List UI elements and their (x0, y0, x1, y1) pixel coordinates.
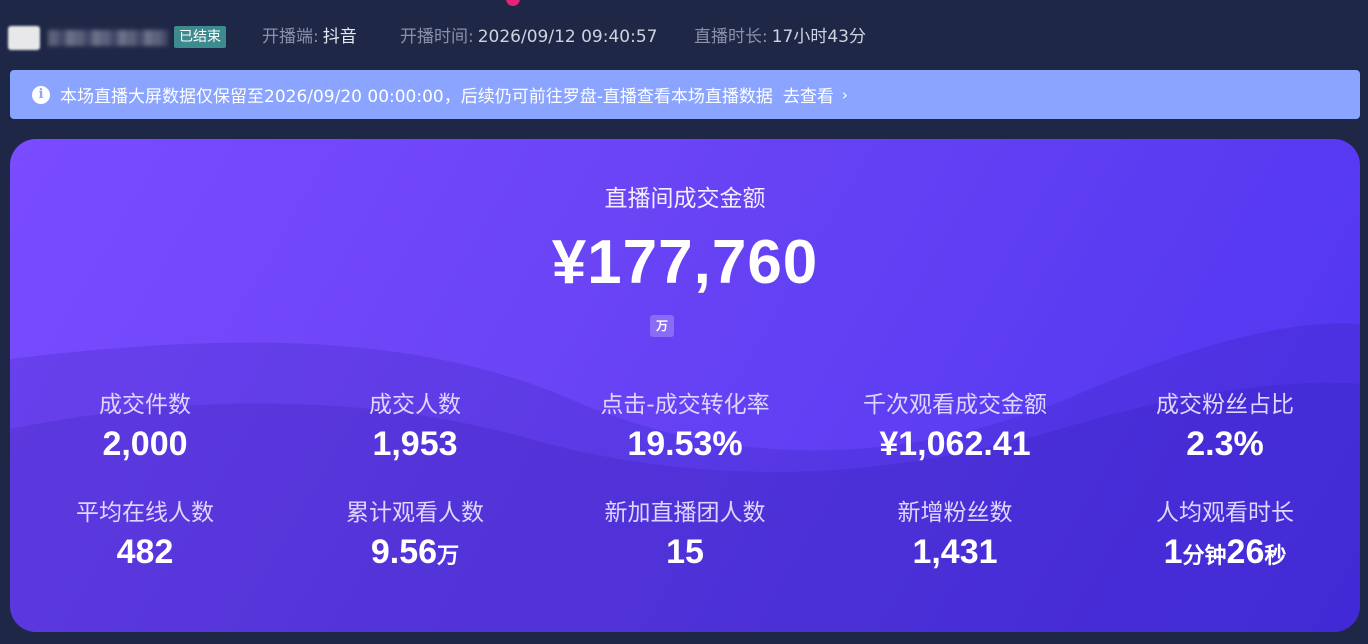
unit-toggle-button[interactable]: 万 (650, 315, 674, 337)
metric-label: 新增粉丝数 (897, 500, 1013, 526)
platform-info: 开播端: 抖音 (262, 26, 357, 48)
metric-label: 成交粉丝占比 (1156, 392, 1294, 418)
metric-value: 9.56万 (370, 533, 460, 571)
metric-label: 千次观看成交金额 (863, 392, 1047, 418)
metric-value: 1,953 (372, 425, 458, 463)
metric-value: 19.53% (627, 425, 743, 463)
metric-gpm: 千次观看成交金额 ¥1,062.41 (820, 389, 1090, 467)
live-indicator-dot (506, 0, 520, 6)
duration-label: 直播时长: (694, 27, 768, 47)
metric-label: 点击-成交转化率 (600, 392, 770, 418)
info-icon: i (32, 85, 50, 104)
panel-title: 直播间成交金额 (604, 186, 766, 212)
metric-label: 累计观看人数 (346, 500, 484, 526)
platform-label: 开播端: (262, 27, 319, 47)
metric-value: 15 (666, 533, 704, 571)
metric-label: 成交人数 (369, 392, 461, 418)
metric-label: 新加直播团人数 (604, 500, 766, 526)
metric-value: 2.3% (1186, 425, 1264, 463)
metric-value: 482 (116, 533, 174, 571)
total-sales-amount: ¥177,760 (551, 228, 819, 297)
metric-value: 2,000 (102, 425, 188, 463)
start-time-info: 开播时间: 2026/09/12 09:40:57 (400, 26, 657, 48)
status-badge: 已结束 (174, 26, 226, 48)
account-name-blurred (48, 30, 168, 46)
avatar[interactable] (8, 26, 40, 50)
metrics-grid: 成交件数 2,000 成交人数 1,953 点击-成交转化率 19.53% 千次… (10, 389, 1360, 579)
duration-value: 17小时43分 (771, 27, 866, 47)
metric-label: 平均在线人数 (76, 500, 214, 526)
start-time-value: 2026/09/12 09:40:57 (477, 27, 658, 47)
metric-total-viewers: 累计观看人数 9.56万 (280, 497, 550, 579)
metric-label: 人均观看时长 (1156, 500, 1294, 526)
platform-value: 抖音 (322, 27, 357, 47)
metric-new-fan-club: 新加直播团人数 15 (550, 497, 820, 579)
start-time-label: 开播时间: (400, 27, 474, 47)
live-header: 已结束 开播端: 抖音 开播时间: 2026/09/12 09:40:57 直播时长… (0, 0, 1368, 70)
data-retention-notice: i 本场直播大屏数据仅保留至2026/09/20 00:00:00，后续仍可前往… (10, 70, 1360, 119)
metric-fan-ratio: 成交粉丝占比 2.3% (1090, 389, 1360, 467)
sales-overview-panel: 直播间成交金额 ¥177,760 万 成交件数 2,000 成交人数 1,953… (10, 139, 1360, 632)
metric-value: ¥1,062.41 (879, 425, 1031, 463)
chevron-right-icon[interactable]: › (842, 86, 848, 104)
metric-items-sold: 成交件数 2,000 (10, 389, 280, 467)
metric-avg-watch-time: 人均观看时长 1分钟26秒 (1090, 497, 1360, 579)
metric-value: 1分钟26秒 (1163, 533, 1287, 571)
metric-label: 成交件数 (99, 392, 191, 418)
notice-text: 本场直播大屏数据仅保留至2026/09/20 00:00:00，后续仍可前往罗盘… (60, 87, 773, 107)
metric-buyers: 成交人数 1,953 (280, 389, 550, 467)
duration-info: 直播时长: 17小时43分 (694, 26, 866, 48)
metric-value: 1,431 (912, 533, 998, 571)
metric-avg-online: 平均在线人数 482 (10, 497, 280, 579)
metric-new-followers: 新增粉丝数 1,431 (820, 497, 1090, 579)
metric-click-conversion: 点击-成交转化率 19.53% (550, 389, 820, 467)
view-link[interactable]: 去查看 (783, 82, 834, 107)
